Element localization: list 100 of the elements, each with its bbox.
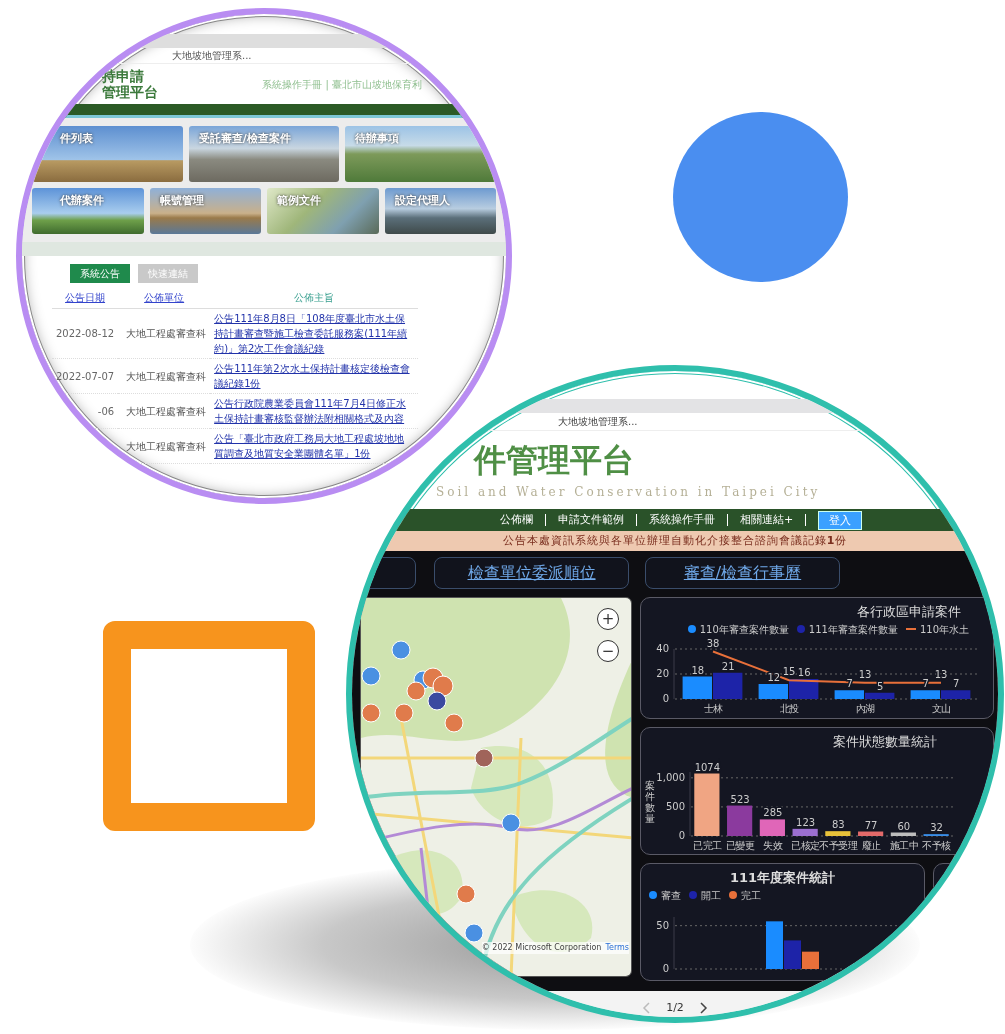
data-label: 1074 [694,761,721,773]
category-label: 失效 [763,839,783,851]
tick-label: 50 [656,919,669,931]
date-cell: 2022-07-07 [52,358,119,394]
category-label: 已核定 [791,839,820,851]
data-label: 13 [858,668,872,680]
category-label: 北投 [779,702,799,714]
tile-label: 範例文件 [277,194,321,207]
column-header: 公佈主旨 [210,287,418,309]
legend-label: 完工 [741,888,761,903]
bar [713,672,743,699]
bar [825,831,851,836]
category-label: 士林 [703,702,723,714]
announcement-link[interactable]: 公告111年8月8日「108年度臺北市水土保持計畫審查暨施工檢查委託服務案(111年續約)」第2次工作會議紀錄 [214,311,414,356]
legend-label: 110年審查案件數量 [699,622,789,637]
announcement-link[interactable]: 公告111年第2次水土保持計畫核定後檢查會議紀錄1份 [214,361,414,391]
announcement-link[interactable]: 公告行政院農業委員會111年7月4日修正水土保持計畫審核監督辦法附相關格式及內容 [214,396,414,426]
unit-cell: 大地工程處審查科 [118,308,211,359]
site-subtitle: Soil and Water Conservation in Taipei City [435,484,822,502]
bar [694,773,720,836]
legend-swatch [905,628,916,631]
tile-label: 待辦事項 [355,132,400,145]
tick-label: 1,000 [656,771,685,783]
bar [789,678,819,699]
nav-link[interactable]: 相關連結+ [727,512,806,529]
map-attribution: © 2022 Microsoft Corporation [481,942,602,955]
data-label: 123 [796,816,816,828]
browser-tab-title[interactable]: 大地坡地管理系... [558,416,638,427]
category-label: 不予受理 [819,839,858,851]
category-label: 不予核 [922,839,951,851]
link-button[interactable]: 審查/檢查行事曆 [645,557,840,590]
tick-label: 500 [665,800,685,812]
chart-title: 各行政區申請案件 [856,603,962,622]
data-label: 21 [721,660,735,672]
unit-cell: 大地工程處審查科 [118,393,211,429]
tick-label: 20 [656,667,669,679]
data-label: 285 [763,807,783,819]
date-cell: -06 [52,393,119,429]
data-label: 16 [797,666,811,678]
legend-swatch [687,625,696,634]
bar [792,828,818,836]
data-label: 77 [864,819,878,831]
data-label: 13 [934,668,948,680]
category-label: 文山 [931,702,951,714]
tick-label: 0 [662,962,669,973]
data-label: 32 [930,822,943,834]
legend-label: 審查 [661,888,681,903]
link-button[interactable]: 檢查單位委派順位 [434,557,629,590]
map-drawing[interactable] [361,598,631,977]
category-label: 已完工 [693,839,722,851]
data-label: 83 [832,819,845,831]
legend-swatch [689,891,697,900]
chart-title: 案件狀態數量統計 [832,733,938,752]
announcement-link[interactable]: 公告「臺北市政府工務局大地工程處坡地地質調查及地質安全業團體名單」1份 [214,431,414,461]
category-label: 內湖 [855,702,875,714]
category-label: 施工中 [889,839,919,851]
tick-label: 40 [656,642,669,654]
data-label: 7 [922,678,929,690]
bar [890,832,916,836]
bar [858,831,884,836]
legend-label: 開工 [701,888,721,903]
tile-label: 帳號管理 [159,194,204,207]
tick-label: 0 [678,829,685,841]
category-label: 已變更 [725,839,755,851]
data-label: 18 [691,664,705,676]
tile-label: 件列表 [60,132,93,145]
data-label: 12 [767,671,781,683]
nav-link[interactable]: 系統操作手冊 [636,512,727,529]
data-label: 15 [782,666,796,678]
terms-link[interactable]: Terms [605,942,629,955]
nav-link[interactable]: 申請文件範例 [545,512,636,529]
page-indicator: 1/2 [666,1000,684,1017]
column-header[interactable]: 公告日期 [52,287,119,309]
legend-label: 110年水土 [919,622,969,637]
bar [727,805,753,836]
data-label: 7 [953,678,960,690]
legend-swatch [729,891,737,900]
chart-title: 111年度案件統計 [728,869,837,888]
tab[interactable]: 系統公告 [70,264,130,283]
nav-link[interactable]: 公佈欄 [487,512,545,529]
browser-tab-title[interactable]: 大地坡地管理系... [22,48,506,64]
data-label: 7 [846,678,853,690]
tile-label: 設定代理人 [394,194,450,207]
data-label: 523 [730,793,750,805]
chevron-right-icon[interactable] [699,1002,708,1015]
bar [758,683,788,699]
date-cell: 2022-08-12 [52,308,119,359]
data-label: 60 [897,820,911,832]
tile-label: 代辦案件 [60,194,104,207]
category-label: 廢止 [861,839,881,851]
bar [682,676,712,699]
data-label: 5 [877,680,884,692]
unit-cell: 大地工程處審查科 [118,428,211,464]
legend-swatch [796,625,805,634]
unit-cell: 大地工程處審查科 [118,358,211,394]
column-header[interactable]: 公佈單位 [118,287,211,309]
tile-label: 受託審查/檢查案件 [198,132,291,145]
legend-swatch [649,891,657,900]
site-title: 件管理平台 [474,441,634,479]
bar [759,819,785,836]
